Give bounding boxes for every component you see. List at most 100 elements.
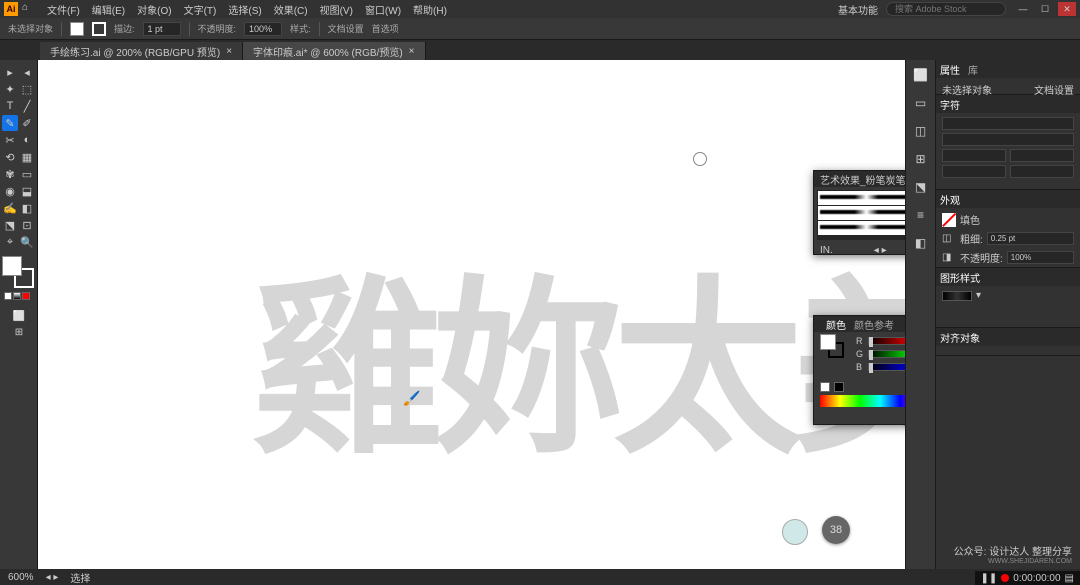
brush-preset[interactable] xyxy=(818,191,905,205)
doc-setup-button[interactable]: 文档设置 xyxy=(328,22,364,35)
width-tool[interactable]: ▦ xyxy=(19,149,35,165)
tab-close-icon[interactable]: × xyxy=(226,46,232,57)
nav-arrows[interactable]: ◂ ▸ xyxy=(46,572,59,583)
align-tab[interactable]: 对齐对象 xyxy=(940,330,980,345)
stroke-weight-input[interactable] xyxy=(143,22,181,36)
no-fill-icon[interactable] xyxy=(942,213,956,227)
tab-close-icon[interactable]: × xyxy=(409,46,415,57)
menu-help[interactable]: 帮助(H) xyxy=(408,1,452,18)
doc-setup-link[interactable]: 文档设置 xyxy=(1034,82,1074,90)
menu-type[interactable]: 文字(T) xyxy=(179,1,222,18)
color-guide-tab[interactable]: 颜色参考 xyxy=(854,317,894,332)
direct-selection-tool[interactable]: ◂ xyxy=(19,64,35,80)
none-mode-swatch[interactable] xyxy=(22,292,30,300)
r-slider[interactable] xyxy=(868,337,905,345)
canvas[interactable]: 雞妳太美 🖌️ 38 艺术效果_粉笔炭笔铅笔 ≡ IN. ◂ ▸ ✕ xyxy=(38,60,905,569)
dock-icon-2[interactable]: ▭ xyxy=(912,94,930,112)
maximize-button[interactable]: ☐ xyxy=(1036,2,1054,16)
tracking-field[interactable] xyxy=(1010,165,1074,178)
font-family-field[interactable] xyxy=(942,117,1074,130)
graphic-style-swatch[interactable] xyxy=(942,291,972,301)
rotate-tool[interactable]: ◐ xyxy=(19,132,35,148)
fill-swatch[interactable] xyxy=(70,22,84,36)
brush-preset[interactable] xyxy=(818,206,905,220)
doc-tab-1[interactable]: 手绘练习.ai @ 200% (RGB/GPU 预览) × xyxy=(40,42,243,60)
mesh-tool[interactable]: ⬓ xyxy=(19,183,35,199)
opacity-input[interactable] xyxy=(244,22,282,36)
b-slider[interactable] xyxy=(868,363,905,371)
blend-tool[interactable]: ◧ xyxy=(19,200,35,216)
kerning-field[interactable] xyxy=(942,165,1006,178)
rec-menu-icon[interactable]: ▤ xyxy=(1065,573,1074,584)
line-tool[interactable]: ╱ xyxy=(19,98,35,114)
brush-list[interactable] xyxy=(817,190,905,240)
workspace-label[interactable]: 基本功能 xyxy=(838,2,878,17)
doc-tab-2[interactable]: 字体印痕.ai* @ 600% (RGB/预览) × xyxy=(243,42,425,60)
menu-file[interactable]: 文件(F) xyxy=(42,1,85,18)
draw-mode[interactable]: ⬜ xyxy=(2,308,36,324)
libraries-tab[interactable]: 库 xyxy=(968,62,978,77)
stroke-swatch[interactable] xyxy=(92,22,106,36)
black-swatch[interactable] xyxy=(834,382,844,392)
prefs-button[interactable]: 首选项 xyxy=(372,22,399,35)
artboard-tool[interactable]: ⬔ xyxy=(2,217,18,233)
gradient-tool[interactable]: ◉ xyxy=(2,183,18,199)
eyedropper-tool[interactable]: ✍ xyxy=(2,200,18,216)
character-tab[interactable]: 字符 xyxy=(940,97,960,112)
paintbrush-tool[interactable]: ✎ xyxy=(2,115,18,131)
menu-window[interactable]: 窗口(W) xyxy=(360,1,406,18)
selection-tool[interactable]: ▸ xyxy=(2,64,18,80)
scale-tool[interactable]: ⟲ xyxy=(2,149,18,165)
close-button[interactable]: ✕ xyxy=(1058,2,1076,16)
dock-icon-1[interactable]: ⬜ xyxy=(912,66,930,84)
zoom-level[interactable]: 600% xyxy=(8,572,34,583)
color-fill-stroke[interactable] xyxy=(820,334,844,358)
leading-field[interactable] xyxy=(1010,149,1074,162)
white-swatch[interactable] xyxy=(820,382,830,392)
g-slider[interactable] xyxy=(868,350,905,358)
search-input[interactable] xyxy=(886,2,1006,16)
style-menu-icon[interactable]: ▾ xyxy=(976,290,981,301)
dock-icon-4[interactable]: ⊞ xyxy=(912,150,930,168)
menu-effect[interactable]: 效果(C) xyxy=(269,1,313,18)
color-spectrum[interactable] xyxy=(820,395,905,407)
stroke-weight-field[interactable] xyxy=(987,232,1074,245)
pencil-tool[interactable]: ✐ xyxy=(19,115,35,131)
appearance-tab[interactable]: 外观 xyxy=(940,192,960,207)
opacity-field[interactable] xyxy=(1007,251,1074,264)
screen-mode[interactable]: ⊞ xyxy=(2,324,36,340)
brush-nav[interactable]: ◂ ▸ xyxy=(874,245,887,256)
properties-tab[interactable]: 属性 xyxy=(940,62,960,77)
dock-icon-7[interactable]: ◧ xyxy=(912,234,930,252)
dock-icon-6[interactable]: ≡ xyxy=(912,206,930,224)
menu-edit[interactable]: 编辑(E) xyxy=(87,1,130,18)
shape-builder-tool[interactable]: ✾ xyxy=(2,166,18,182)
dock-icon-5[interactable]: ⬔ xyxy=(912,178,930,196)
menu-view[interactable]: 视图(V) xyxy=(315,1,358,18)
pause-icon[interactable]: ❚❚ xyxy=(981,573,998,584)
type-tool[interactable]: T xyxy=(2,98,18,114)
graphic-styles-tab[interactable]: 图形样式 xyxy=(940,270,980,285)
zoom-tool[interactable]: 🔍 xyxy=(19,234,35,250)
rectangle-tool[interactable]: ▭ xyxy=(19,166,35,182)
lasso-tool[interactable]: ⬚ xyxy=(19,81,35,97)
minimize-button[interactable]: — xyxy=(1014,2,1032,16)
gradient-mode-swatch[interactable] xyxy=(13,292,21,300)
color-mode-swatch[interactable] xyxy=(4,292,12,300)
color-panel[interactable]: 颜色 颜色参考 ≡ R 0 G xyxy=(813,315,905,425)
brushes-panel[interactable]: 艺术效果_粉笔炭笔铅笔 ≡ IN. ◂ ▸ ✕ xyxy=(813,170,905,255)
fill-stroke-控件[interactable] xyxy=(2,256,34,288)
font-style-field[interactable] xyxy=(942,133,1074,146)
menu-object[interactable]: 对象(O) xyxy=(132,1,176,18)
home-icon[interactable]: ⌂ xyxy=(22,2,36,16)
scissors-tool[interactable]: ✂ xyxy=(2,132,18,148)
font-size-field[interactable] xyxy=(942,149,1006,162)
fill-color[interactable] xyxy=(2,256,22,276)
dock-icon-3[interactable]: ◫ xyxy=(912,122,930,140)
color-tab[interactable]: 颜色 xyxy=(826,317,846,332)
magic-wand-tool[interactable]: ✦ xyxy=(2,81,18,97)
menu-select[interactable]: 选择(S) xyxy=(223,1,266,18)
hand-tool[interactable]: ⌖ xyxy=(2,234,18,250)
brush-preset[interactable] xyxy=(818,221,905,235)
slice-tool[interactable]: ⊡ xyxy=(19,217,35,233)
